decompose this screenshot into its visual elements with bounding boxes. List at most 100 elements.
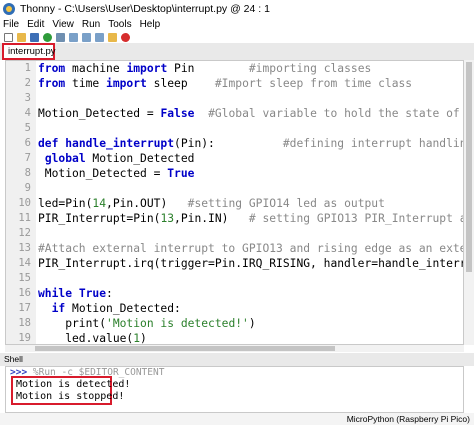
step-into-icon[interactable] bbox=[82, 32, 91, 42]
line-number: 6 bbox=[24, 137, 31, 149]
debug-icon[interactable] bbox=[56, 32, 65, 42]
editor-horizontal-scrollbar[interactable] bbox=[5, 345, 464, 352]
code-line: 1 from machine import Pin #importing clas… bbox=[6, 61, 463, 76]
resume-icon[interactable] bbox=[108, 32, 117, 42]
code-token: False bbox=[160, 107, 195, 120]
code-text: if Motion_Detected: bbox=[38, 301, 181, 316]
menu-tools[interactable]: Tools bbox=[108, 19, 131, 30]
code-line: 13 #Attach external interrupt to GPIO13 a… bbox=[6, 241, 463, 256]
code-token: led.value( bbox=[38, 332, 134, 345]
code-line: 18 print('Motion is detected!') bbox=[6, 316, 463, 331]
code-line: 4 Motion_Detected = False #Global variabl… bbox=[6, 106, 463, 121]
line-number: 9 bbox=[24, 182, 31, 194]
code-token: #Attach external interrupt to GPIO13 and… bbox=[38, 242, 464, 255]
code-text: from machine import Pin #importing class… bbox=[38, 61, 371, 76]
code-line: 15 bbox=[6, 271, 463, 286]
line-number: 3 bbox=[24, 92, 31, 104]
code-token: #Global variable to hold the state of mo… bbox=[208, 107, 460, 120]
code-text: print('Motion is detected!') bbox=[38, 316, 256, 331]
shell-tabs: Shell bbox=[0, 353, 474, 366]
open-file-icon[interactable] bbox=[17, 32, 26, 42]
title-bar: Thonny - C:\Users\User\Desktop\interrupt… bbox=[0, 0, 474, 17]
line-number: 15 bbox=[18, 272, 31, 284]
code-line: 5 bbox=[6, 121, 463, 136]
code-line: 3 bbox=[6, 91, 463, 106]
code-token: sleep bbox=[146, 77, 215, 90]
code-token: #Import sleep from time class bbox=[214, 77, 413, 90]
code-token: time bbox=[65, 77, 107, 90]
line-number: 18 bbox=[18, 317, 31, 329]
editor-tabs: interrupt.py bbox=[0, 43, 474, 60]
code-token: if bbox=[51, 302, 66, 315]
shell-output-line: Motion is detected! bbox=[16, 379, 131, 390]
code-token: handle_interrupt bbox=[65, 137, 175, 150]
menu-view[interactable]: View bbox=[52, 19, 74, 30]
code-text: PIR_Interrupt.irq(trigger=Pin.IRQ_RISING… bbox=[38, 256, 464, 271]
line-number: 8 bbox=[24, 167, 31, 179]
tab-interrupt-py[interactable]: interrupt.py bbox=[2, 43, 56, 60]
code-token: from bbox=[38, 77, 66, 90]
line-number: 2 bbox=[24, 77, 31, 89]
run-icon[interactable] bbox=[43, 32, 52, 42]
code-line: 11 PIR_Interrupt=Pin(13,Pin.IN) # setting… bbox=[6, 211, 463, 226]
window-title: Thonny - C:\Users\User\Desktop\interrupt… bbox=[20, 2, 270, 15]
step-out-icon[interactable] bbox=[95, 32, 104, 42]
code-token: True bbox=[167, 167, 195, 180]
code-line: 6 def handle_interrupt(Pin): #defining in… bbox=[6, 136, 463, 151]
scrollbar-thumb[interactable] bbox=[466, 62, 472, 272]
line-number: 11 bbox=[18, 212, 31, 224]
code-token: Motion_Detected = bbox=[38, 167, 168, 180]
code-token: def bbox=[38, 137, 59, 150]
menu-edit[interactable]: Edit bbox=[27, 19, 44, 30]
code-token: ,Pin.IN) bbox=[174, 212, 249, 225]
tab-shell[interactable]: Shell bbox=[4, 353, 23, 366]
code-token: global bbox=[44, 152, 86, 165]
code-line: 17 if Motion_Detected: bbox=[6, 301, 463, 316]
code-line: 16 while True: bbox=[6, 286, 463, 301]
thonny-logo-icon bbox=[3, 2, 15, 15]
code-token: led=Pin( bbox=[38, 197, 93, 210]
code-token: ) bbox=[248, 317, 256, 330]
code-text: def handle_interrupt(Pin): #defining int… bbox=[38, 136, 463, 151]
step-over-icon[interactable] bbox=[69, 32, 78, 42]
line-number: 1 bbox=[24, 62, 31, 74]
line-number: 12 bbox=[18, 227, 31, 239]
code-token: PIR_Interrupt.irq(trigger=Pin.IRQ_RISING… bbox=[38, 257, 464, 270]
code-token: 13 bbox=[160, 212, 175, 225]
menu-help[interactable]: Help bbox=[140, 19, 161, 30]
code-token: while bbox=[38, 287, 73, 300]
code-text: from time import sleep #Import sleep fro… bbox=[38, 76, 412, 91]
new-file-icon[interactable] bbox=[4, 32, 13, 42]
save-icon[interactable] bbox=[30, 32, 39, 42]
code-token: Motion_Detected bbox=[85, 152, 195, 165]
toolbar bbox=[0, 31, 474, 43]
shell-panel[interactable]: >>> %Run -c $EDITOR_CONTENT Motion is de… bbox=[5, 366, 464, 413]
menu-run[interactable]: Run bbox=[82, 19, 100, 30]
code-editor[interactable]: 1 from machine import Pin #importing clas… bbox=[5, 60, 464, 345]
code-line: 7 global Motion_Detected bbox=[6, 151, 463, 166]
line-number: 16 bbox=[18, 287, 31, 299]
line-number: 17 bbox=[18, 302, 31, 314]
code-line: 2 from time import sleep #Import sleep fr… bbox=[6, 76, 463, 91]
interpreter-status[interactable]: MicroPython (Raspberry Pi Pico) bbox=[347, 413, 470, 425]
scrollbar-thumb[interactable] bbox=[35, 346, 335, 351]
editor-vertical-scrollbar[interactable] bbox=[464, 60, 474, 345]
code-token: machine bbox=[65, 62, 127, 75]
menu-file[interactable]: File bbox=[3, 19, 19, 30]
code-text: global Motion_Detected bbox=[38, 151, 195, 166]
code-text: while True: bbox=[38, 286, 113, 301]
code-token: import bbox=[126, 62, 168, 75]
shell-output-line: Motion is stopped! bbox=[16, 391, 125, 402]
code-lines: 1 from machine import Pin #importing clas… bbox=[6, 61, 464, 345]
code-token: Motion_Detected = bbox=[38, 107, 161, 120]
stop-icon[interactable] bbox=[121, 32, 130, 42]
code-text: #Attach external interrupt to GPIO13 and… bbox=[38, 241, 464, 256]
code-token: Pin bbox=[167, 62, 249, 75]
code-token: 'Motion is detected!' bbox=[106, 317, 249, 330]
line-number: 7 bbox=[24, 152, 31, 164]
code-token: print( bbox=[38, 317, 107, 330]
code-token: from bbox=[38, 62, 66, 75]
